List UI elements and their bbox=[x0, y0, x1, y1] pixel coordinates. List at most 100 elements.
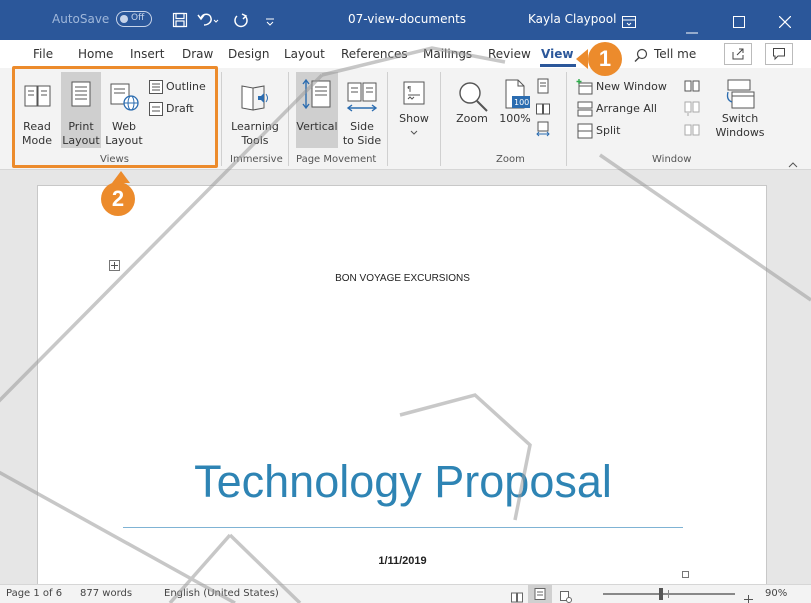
language-status[interactable]: English (United States) bbox=[164, 588, 279, 599]
document-heading: Technology Proposal bbox=[194, 456, 612, 507]
tab-design[interactable]: Design bbox=[228, 47, 269, 61]
tab-layout[interactable]: Layout bbox=[284, 47, 325, 61]
tell-me-search[interactable]: Tell me bbox=[654, 47, 696, 61]
web-layout-status-icon[interactable] bbox=[560, 588, 572, 603]
status-bar: Page 1 of 6 877 words English (United St… bbox=[0, 584, 811, 603]
reset-window-position-button[interactable] bbox=[684, 122, 700, 138]
multiple-pages-icon bbox=[536, 103, 550, 115]
synchronous-scrolling-button[interactable] bbox=[684, 100, 700, 116]
active-tab-indicator bbox=[540, 64, 576, 67]
group-divider bbox=[440, 72, 441, 166]
show-label: Show bbox=[399, 112, 429, 125]
autosave-toggle[interactable]: Off bbox=[116, 11, 152, 27]
arrange-all-label: Arrange All bbox=[596, 102, 657, 115]
arrange-all-icon bbox=[577, 101, 593, 117]
callout-1-badge: 1 bbox=[588, 42, 622, 76]
side-to-side-button[interactable]: Side to Side bbox=[340, 78, 384, 148]
read-mode-status-icon[interactable] bbox=[511, 588, 523, 603]
new-window-icon bbox=[576, 79, 593, 95]
tab-file[interactable]: File bbox=[33, 47, 53, 61]
learning-tools-label-1: Learning bbox=[231, 120, 279, 133]
print-layout-status-icon[interactable] bbox=[528, 585, 552, 603]
switch-windows-button[interactable]: Switch Windows bbox=[710, 78, 770, 148]
zoom-in-icon[interactable] bbox=[744, 589, 753, 603]
switch-windows-label-1: Switch bbox=[721, 112, 759, 125]
undo-icon[interactable] bbox=[197, 12, 219, 32]
tab-mailings[interactable]: Mailings bbox=[423, 47, 472, 61]
document-date: 1/11/2019 bbox=[378, 555, 427, 567]
zoom-slider-thumb[interactable] bbox=[658, 588, 663, 600]
title-bar: AutoSave Off 07-view-documents Kayla Cla… bbox=[0, 0, 811, 40]
group-divider bbox=[566, 72, 567, 166]
zoom-percentage[interactable]: 90% bbox=[765, 588, 787, 599]
multiple-pages-button[interactable] bbox=[536, 101, 552, 119]
table-resize-handle[interactable] bbox=[682, 571, 689, 578]
minimize-icon[interactable] bbox=[686, 19, 698, 38]
vertical-button[interactable]: Vertical bbox=[296, 72, 338, 148]
new-window-button[interactable]: New Window bbox=[574, 78, 674, 96]
svg-text:¶: ¶ bbox=[407, 85, 411, 93]
ribbon-display-options-icon[interactable] bbox=[622, 13, 636, 32]
tab-view[interactable]: View bbox=[541, 47, 573, 61]
table-move-handle-icon[interactable] bbox=[109, 256, 120, 275]
close-icon[interactable] bbox=[778, 13, 792, 32]
show-icon: ¶ bbox=[403, 81, 425, 105]
page-count[interactable]: Page 1 of 6 bbox=[6, 588, 62, 599]
document-title: 07-view-documents bbox=[348, 12, 467, 26]
autosave-toggle-knob bbox=[120, 15, 128, 23]
page-movement-group-label: Page Movement bbox=[296, 154, 377, 165]
show-button[interactable]: ¶ Show bbox=[392, 78, 436, 148]
user-name[interactable]: Kayla Claypool bbox=[528, 12, 616, 26]
zoom-slider[interactable] bbox=[603, 588, 735, 600]
view-side-by-side-icon bbox=[684, 80, 700, 92]
views-group-highlight bbox=[12, 66, 218, 168]
zoom-button[interactable]: Zoom bbox=[450, 78, 494, 148]
learning-tools-label-2: Tools bbox=[241, 134, 269, 147]
word-window: AutoSave Off 07-view-documents Kayla Cla… bbox=[0, 0, 811, 603]
word-count[interactable]: 877 words bbox=[80, 588, 132, 599]
tab-insert[interactable]: Insert bbox=[130, 47, 164, 61]
learning-tools-icon bbox=[241, 85, 268, 111]
autosave-state: Off bbox=[131, 13, 145, 23]
zoom-out-icon[interactable] bbox=[590, 593, 598, 603]
share-button[interactable] bbox=[724, 43, 752, 65]
tab-draw[interactable]: Draw bbox=[182, 47, 213, 61]
page-width-button[interactable] bbox=[536, 121, 552, 139]
group-divider bbox=[288, 72, 289, 166]
zoom-100-label: 100% bbox=[499, 112, 531, 125]
callout-2-badge: 2 bbox=[101, 182, 135, 216]
company-name: BON VOYAGE EXCURSIONS bbox=[335, 273, 470, 284]
arrange-all-button[interactable]: Arrange All bbox=[574, 100, 674, 118]
document-page[interactable] bbox=[37, 185, 767, 603]
reset-window-position-icon bbox=[684, 124, 700, 136]
ribbon-tabs: File Home Insert Draw Design Layout Refe… bbox=[0, 40, 811, 68]
zoom-label: Zoom bbox=[456, 112, 488, 125]
zoom-slider-center-mark bbox=[668, 590, 669, 598]
side-to-side-icon bbox=[346, 82, 378, 112]
redo-icon[interactable] bbox=[233, 12, 249, 32]
lightbulb-search-icon[interactable] bbox=[634, 47, 648, 66]
view-side-by-side-button[interactable] bbox=[684, 78, 700, 94]
zoom-100-button[interactable]: 100 100% bbox=[496, 78, 534, 148]
one-page-button[interactable] bbox=[536, 78, 552, 96]
switch-windows-icon bbox=[726, 79, 755, 109]
tab-references[interactable]: References bbox=[341, 47, 408, 61]
learning-tools-button[interactable]: Learning Tools bbox=[226, 78, 284, 148]
split-label: Split bbox=[596, 124, 621, 137]
tab-home[interactable]: Home bbox=[78, 47, 113, 61]
zoom-group-label: Zoom bbox=[496, 154, 525, 165]
comment-icon bbox=[773, 48, 785, 61]
comments-button[interactable] bbox=[765, 43, 793, 65]
save-icon[interactable] bbox=[172, 12, 188, 32]
split-button[interactable]: Split bbox=[574, 122, 674, 140]
title-underline bbox=[123, 527, 683, 528]
maximize-icon[interactable] bbox=[733, 13, 745, 32]
group-divider bbox=[387, 72, 388, 166]
immersive-group-label: Immersive bbox=[230, 154, 283, 165]
customize-toolbar-icon[interactable] bbox=[265, 13, 275, 32]
share-icon bbox=[732, 48, 744, 60]
side-to-side-label-2: to Side bbox=[342, 134, 382, 147]
group-divider bbox=[221, 72, 222, 166]
callout-1-pointer bbox=[576, 49, 588, 69]
tab-review[interactable]: Review bbox=[488, 47, 531, 61]
